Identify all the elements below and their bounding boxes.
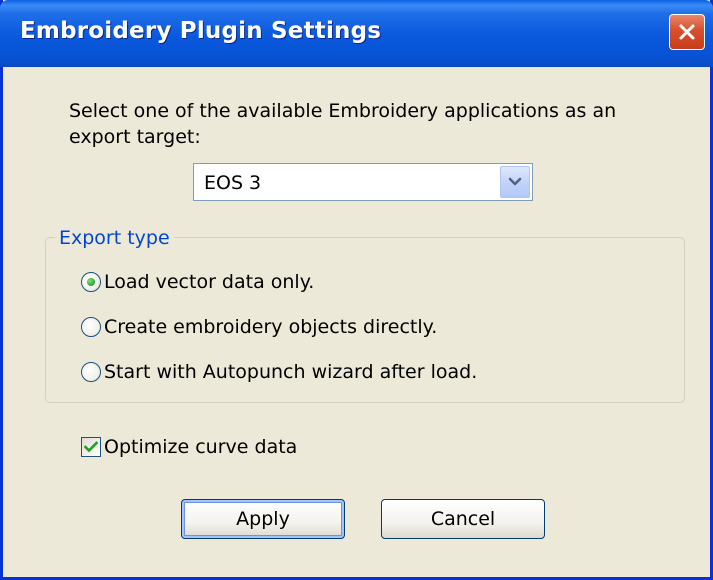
optimize-curve-data-checkbox[interactable] xyxy=(81,437,101,457)
chevron-down-icon xyxy=(508,177,522,186)
radio-label: Load vector data only. xyxy=(104,271,315,293)
close-x-icon xyxy=(679,24,695,40)
close-button[interactable] xyxy=(669,14,705,50)
radio-create-embroidery-objects[interactable]: Create embroidery objects directly. xyxy=(81,314,437,340)
title-bar[interactable]: Embroidery Plugin Settings xyxy=(0,0,713,67)
radio-selected-dot xyxy=(87,278,95,286)
cancel-button[interactable]: Cancel xyxy=(381,499,545,539)
export-type-legend: Export type xyxy=(55,227,174,249)
window-title: Embroidery Plugin Settings xyxy=(20,18,382,44)
export-target-prompt: Select one of the available Embroidery a… xyxy=(69,100,617,148)
radio-button[interactable] xyxy=(81,317,101,337)
radio-button[interactable] xyxy=(81,272,101,292)
export-target-value: EOS 3 xyxy=(204,172,262,194)
export-target-select[interactable]: EOS 3 xyxy=(193,163,533,201)
apply-button[interactable]: Apply xyxy=(181,499,345,539)
checkmark-icon xyxy=(84,441,98,453)
optimize-curve-data-option[interactable]: Optimize curve data xyxy=(81,434,297,460)
dropdown-button[interactable] xyxy=(500,166,530,198)
optimize-curve-data-label: Optimize curve data xyxy=(104,436,298,458)
dialog-window: Embroidery Plugin Settings Select one of… xyxy=(0,0,713,580)
radio-load-vector-data[interactable]: Load vector data only. xyxy=(81,269,314,295)
radio-label: Create embroidery objects directly. xyxy=(104,316,438,338)
radio-label: Start with Autopunch wizard after load. xyxy=(104,361,478,383)
radio-start-autopunch-wizard[interactable]: Start with Autopunch wizard after load. xyxy=(81,359,477,385)
radio-button[interactable] xyxy=(81,362,101,382)
